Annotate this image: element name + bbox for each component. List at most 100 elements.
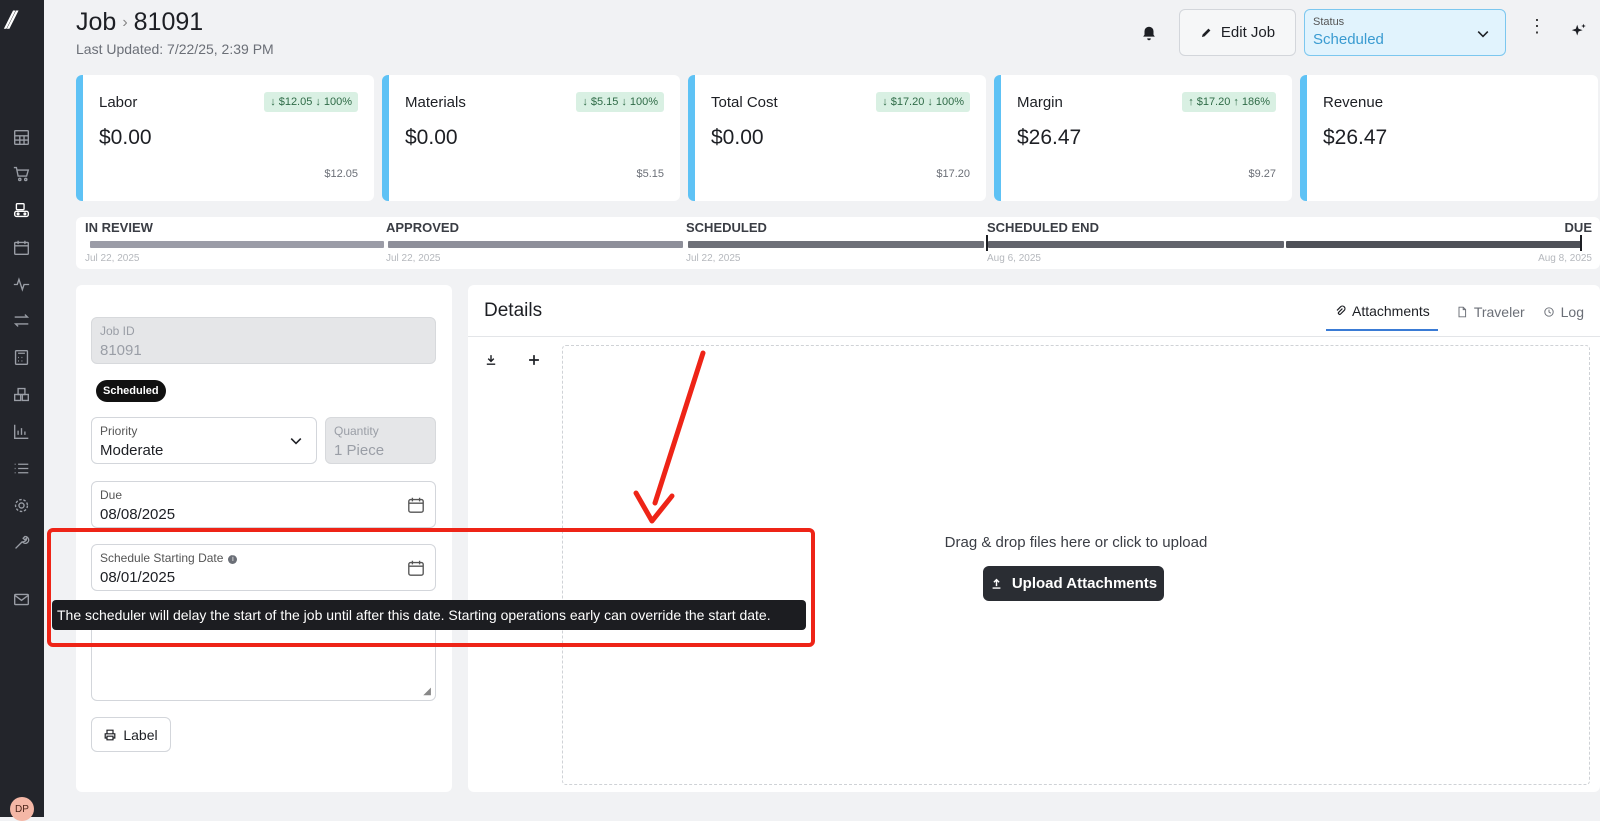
- card-value: $0.00: [711, 126, 764, 149]
- divider: [468, 336, 1600, 337]
- pencil-icon: [1201, 28, 1211, 38]
- timeline-marker: [1580, 235, 1582, 251]
- job-id-value: 81091: [100, 342, 142, 359]
- arrow-up-icon: ↑: [1233, 96, 1239, 108]
- quantity-field: Quantity 1 Piece: [325, 417, 436, 464]
- ai-sparkle-icon[interactable]: [1570, 22, 1588, 40]
- revenue-card: Revenue $26.47: [1300, 75, 1598, 201]
- dashboard-icon[interactable]: [10, 126, 32, 148]
- status-badge: Scheduled: [96, 380, 166, 402]
- info-icon[interactable]: i: [228, 555, 238, 564]
- stage-date: Jul 22, 2025: [85, 253, 140, 264]
- user-avatar[interactable]: DP: [10, 797, 34, 821]
- stage-in-review: IN REVIEW: [85, 220, 153, 235]
- stage-date: Jul 22, 2025: [386, 253, 441, 264]
- trend-badge: ↓ $5.15 ↓ 100%: [576, 92, 664, 112]
- resize-handle-icon[interactable]: ◢: [423, 686, 431, 697]
- reports-icon[interactable]: [10, 420, 32, 442]
- arrow-down-icon: ↓: [315, 96, 321, 108]
- tab-attachments[interactable]: Attachments: [1325, 301, 1438, 331]
- cart-icon[interactable]: [10, 162, 32, 184]
- breadcrumb-job[interactable]: Job: [76, 8, 116, 36]
- notes-textarea[interactable]: ◢: [91, 622, 436, 701]
- stage-date: Aug 8, 2025: [1538, 253, 1592, 264]
- stage-date: Aug 6, 2025: [987, 253, 1041, 264]
- breadcrumb-separator: ›: [122, 14, 128, 31]
- inventory-icon[interactable]: [10, 383, 32, 405]
- upload-icon: [992, 578, 1001, 589]
- tab-log[interactable]: Log: [1543, 301, 1584, 331]
- chevron-down-icon: [1477, 31, 1489, 38]
- quantity-value: 1 Piece: [334, 442, 385, 459]
- card-name: Labor: [99, 94, 138, 111]
- printer-icon: [104, 729, 116, 740]
- calendar-icon[interactable]: [407, 559, 425, 577]
- badge-amount: $17.20: [1196, 96, 1231, 108]
- upload-label: Upload Attachments: [1011, 575, 1158, 592]
- status-select[interactable]: Status Scheduled: [1304, 9, 1506, 56]
- chevron-down-icon: [290, 438, 302, 445]
- mail-icon[interactable]: [10, 588, 32, 610]
- calendar-icon[interactable]: [10, 236, 32, 258]
- edit-job-label: Edit Job: [1220, 24, 1276, 41]
- stage-approved: APPROVED: [386, 220, 459, 235]
- add-icon[interactable]: [525, 353, 543, 371]
- settings-icon[interactable]: [10, 494, 32, 516]
- calculator-icon[interactable]: [10, 346, 32, 368]
- stage-scheduled-end: SCHEDULED END: [987, 220, 1099, 235]
- tab-traveler[interactable]: Traveler: [1456, 301, 1525, 331]
- status-label: Status: [1313, 16, 1345, 28]
- priority-select[interactable]: Priority Moderate: [91, 417, 317, 464]
- card-name: Revenue: [1323, 94, 1384, 111]
- calendar-icon[interactable]: [407, 496, 425, 514]
- card-name: Margin: [1017, 94, 1063, 111]
- card-previous: $5.15: [636, 168, 664, 180]
- document-icon: [1458, 306, 1466, 317]
- tab-log-label: Log: [1560, 303, 1584, 320]
- job-number: 81091: [133, 8, 204, 36]
- schedule-start-date-field[interactable]: Schedule Starting Date i 08/01/2025: [91, 544, 436, 591]
- due-label: Due: [100, 488, 123, 502]
- badge-percent: 100%: [629, 96, 658, 108]
- tab-traveler-label: Traveler: [1473, 303, 1525, 320]
- clock-icon: [1543, 306, 1554, 317]
- job-id-label: Job ID: [100, 324, 135, 338]
- timeline-segment: [988, 241, 1284, 248]
- download-icon[interactable]: [482, 353, 500, 371]
- badge-amount: $5.15: [590, 96, 619, 108]
- transfer-icon[interactable]: [10, 309, 32, 331]
- file-dropzone[interactable]: Drag & drop files here or click to uploa…: [562, 345, 1590, 785]
- jobs-icon[interactable]: [10, 199, 32, 221]
- card-name: Materials: [405, 94, 466, 111]
- details-title: Details: [484, 300, 543, 321]
- schedule-start-tooltip: The scheduler will delay the start of th…: [52, 600, 806, 630]
- stage-due: DUE: [1564, 220, 1592, 235]
- margin-card: Margin ↑ $17.20 ↑ 186% $26.47 $9.27: [994, 75, 1292, 201]
- page-title: Job › 81091: [76, 8, 203, 37]
- card-previous: $12.05: [324, 168, 358, 180]
- more-options-icon[interactable]: ⋮: [1528, 17, 1546, 37]
- job-id-field: Job ID 81091: [91, 317, 436, 364]
- arrow-down-icon: ↓: [582, 96, 588, 108]
- stage-date: Jul 22, 2025: [686, 253, 741, 264]
- upload-attachments-button[interactable]: Upload Attachments: [983, 566, 1164, 601]
- badge-percent: 100%: [935, 96, 964, 108]
- total-cost-card: Total Cost ↓ $17.20 ↓ 100% $0.00 $17.20: [688, 75, 986, 201]
- due-date-field[interactable]: Due 08/08/2025: [91, 481, 436, 528]
- quantity-label: Quantity: [334, 424, 379, 438]
- label-button-text: Label: [123, 726, 158, 743]
- timeline-segment: [688, 241, 984, 248]
- stage-scheduled: SCHEDULED: [686, 220, 767, 235]
- arrow-down-icon: ↓: [270, 96, 276, 108]
- list-icon[interactable]: [10, 457, 32, 479]
- app-logo[interactable]: //: [6, 8, 38, 34]
- card-name: Total Cost: [711, 94, 778, 111]
- arrow-down-icon: ↓: [621, 96, 627, 108]
- bell-icon[interactable]: [1140, 24, 1158, 42]
- activity-icon[interactable]: [10, 273, 32, 295]
- print-label-button[interactable]: Label: [91, 717, 171, 752]
- wrench-icon[interactable]: [10, 531, 32, 553]
- timeline-segment: [388, 241, 683, 248]
- badge-amount: $12.05: [278, 96, 313, 108]
- edit-job-button[interactable]: Edit Job: [1179, 9, 1296, 56]
